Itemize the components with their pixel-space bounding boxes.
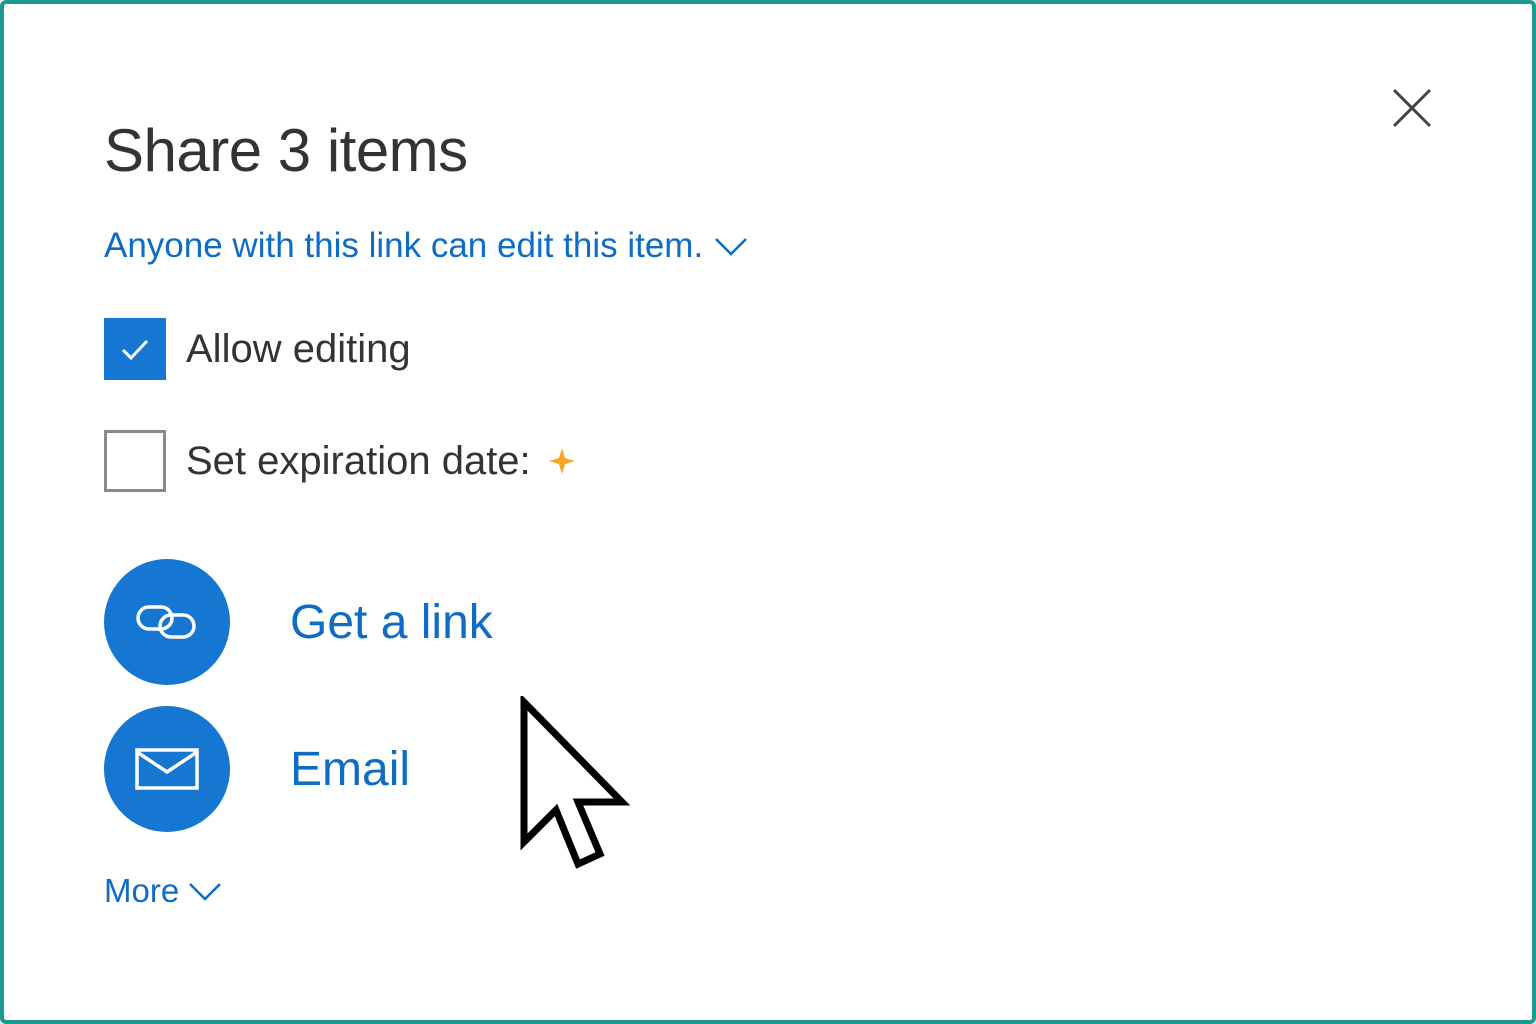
more-button[interactable]: More bbox=[104, 872, 223, 910]
chevron-down-icon bbox=[715, 238, 748, 256]
get-link-circle bbox=[104, 559, 230, 685]
get-link-button[interactable]: Get a link bbox=[104, 559, 493, 685]
envelope-icon bbox=[135, 748, 199, 790]
expiration-checkbox[interactable] bbox=[104, 430, 166, 492]
dialog-title: Share 3 items bbox=[104, 117, 468, 184]
checkmark-icon bbox=[121, 339, 149, 361]
share-dialog: Share 3 items Anyone with this link can … bbox=[0, 0, 1536, 1024]
allow-editing-option: Allow editing bbox=[104, 318, 411, 380]
email-button[interactable]: Email bbox=[104, 706, 410, 832]
link-icon bbox=[136, 605, 196, 639]
expiration-label: Set expiration date: bbox=[186, 438, 531, 483]
email-label: Email bbox=[290, 742, 411, 796]
expiration-option: Set expiration date: bbox=[104, 430, 577, 492]
chevron-down-icon bbox=[189, 883, 222, 901]
get-link-label: Get a link bbox=[290, 595, 493, 649]
permission-dropdown[interactable]: Anyone with this link can edit this item… bbox=[104, 226, 749, 266]
more-label: More bbox=[104, 872, 180, 909]
allow-editing-checkbox[interactable] bbox=[104, 318, 166, 380]
close-button[interactable] bbox=[1384, 80, 1440, 136]
mouse-pointer-icon bbox=[520, 696, 631, 869]
premium-sparkle-icon bbox=[548, 448, 575, 474]
close-icon bbox=[1392, 88, 1432, 128]
permission-text: Anyone with this link can edit this item… bbox=[104, 226, 704, 265]
email-circle bbox=[104, 706, 230, 832]
allow-editing-label: Allow editing bbox=[186, 326, 411, 371]
